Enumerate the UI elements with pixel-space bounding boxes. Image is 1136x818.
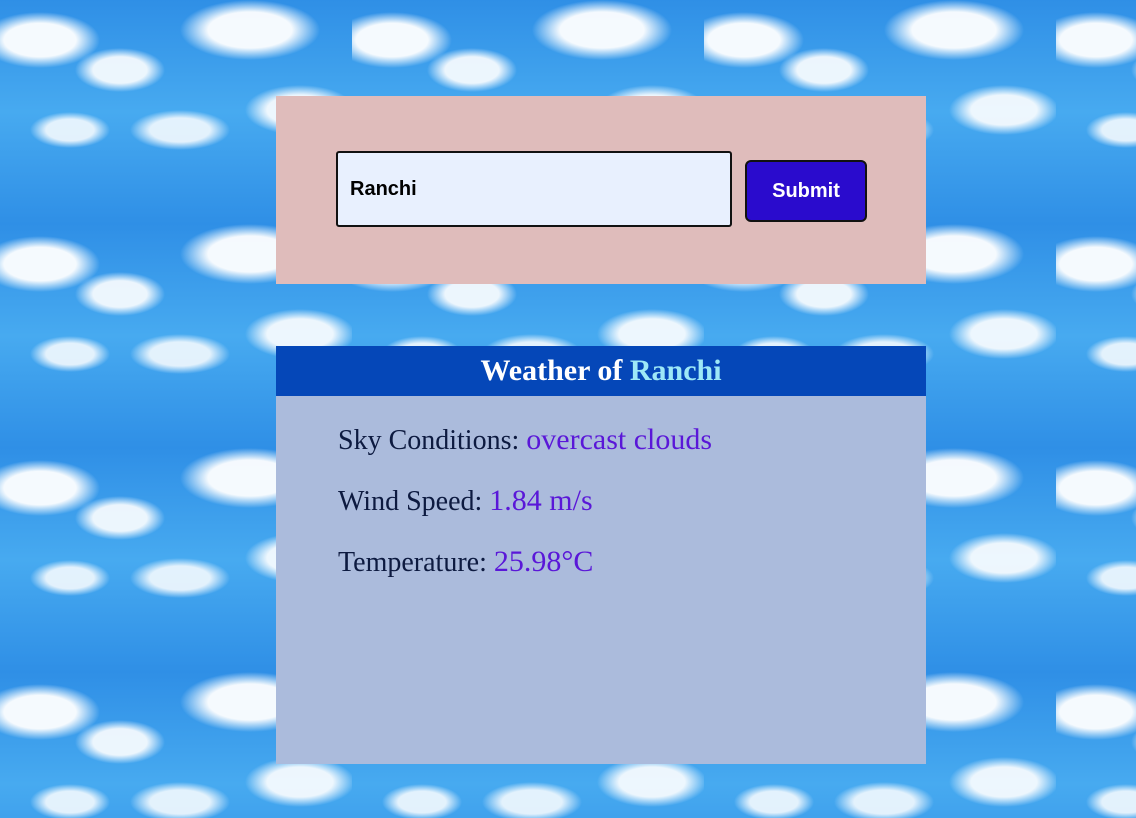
weather-title: Weather of Ranchi bbox=[276, 346, 926, 396]
wind-speed-value: 1.84 m/s bbox=[489, 484, 593, 517]
temperature-row: Temperature: 25.98°C bbox=[338, 542, 926, 603]
weather-info-list: Sky Conditions: overcast clouds Wind Spe… bbox=[276, 396, 926, 603]
submit-button[interactable]: Submit bbox=[745, 160, 867, 222]
sky-conditions-row: Sky Conditions: overcast clouds bbox=[338, 420, 926, 481]
page: { "search": { "input_value": "Ranchi", "… bbox=[0, 0, 1136, 818]
weather-title-prefix: Weather of bbox=[480, 354, 623, 387]
sky-conditions-value: overcast clouds bbox=[526, 423, 713, 456]
wind-speed-label: Wind Speed: bbox=[338, 486, 483, 517]
sky-conditions-label: Sky Conditions: bbox=[338, 425, 520, 456]
search-panel: Submit bbox=[276, 96, 926, 284]
wind-speed-row: Wind Speed: 1.84 m/s bbox=[338, 481, 926, 542]
temperature-label: Temperature: bbox=[338, 547, 487, 578]
temperature-value: 25.98°C bbox=[493, 545, 594, 578]
weather-panel: Weather of Ranchi Sky Conditions: overca… bbox=[276, 346, 926, 764]
weather-title-city: Ranchi bbox=[629, 354, 722, 387]
city-search-input[interactable] bbox=[336, 151, 732, 227]
